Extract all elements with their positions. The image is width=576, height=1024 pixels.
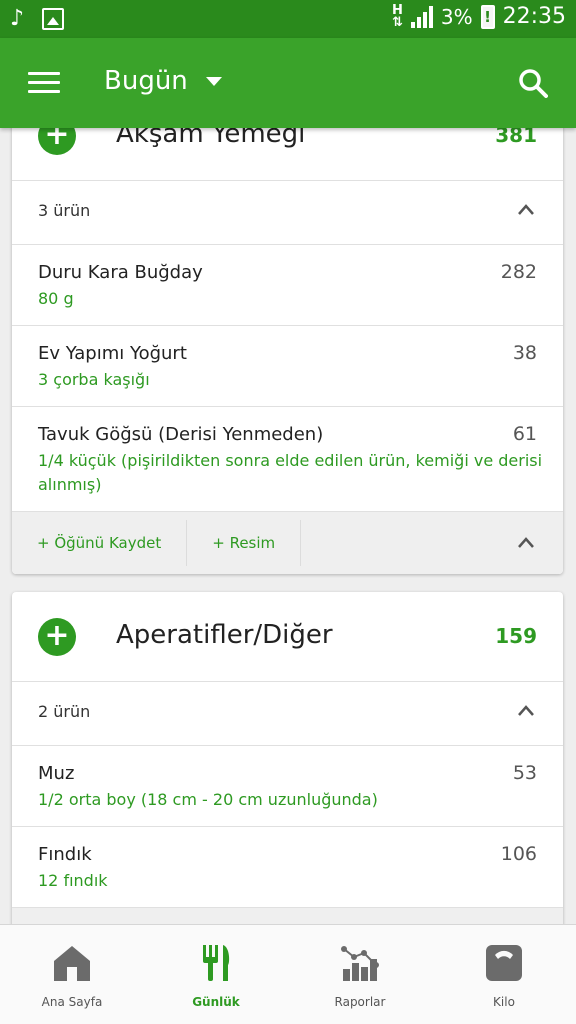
food-portion: 3 çorba kaşığı (38, 370, 150, 389)
date-selector[interactable]: Bugün (104, 66, 222, 96)
add-photo-button[interactable]: + Resim (187, 520, 302, 566)
nav-diary[interactable]: Günlük (144, 925, 288, 1024)
image-icon (42, 8, 65, 30)
nav-label: Ana Sayfa (41, 995, 103, 1009)
nav-reports[interactable]: Raporlar (288, 925, 432, 1024)
add-food-button[interactable]: + (38, 128, 76, 155)
item-count-row[interactable]: 2 ürün (12, 682, 563, 746)
meal-header: + Akşam Yemeği 381 (12, 128, 563, 181)
caret-down-icon (205, 76, 222, 86)
battery-icon: ! (480, 4, 495, 29)
scale-icon (486, 945, 522, 981)
chevron-up-icon[interactable] (517, 201, 535, 219)
signal-icon (410, 5, 433, 28)
nav-home[interactable]: Ana Sayfa (0, 925, 144, 1024)
food-calories: 61 (512, 423, 537, 445)
meal-calories: 159 (495, 624, 537, 648)
nav-label: Raporlar (334, 995, 386, 1009)
music-note-icon: ♪ (10, 6, 25, 31)
meal-calories: 381 (495, 128, 537, 147)
food-portion: 1/2 orta boy (18 cm - 20 cm uzunluğunda) (38, 790, 378, 809)
status-bar: ♪ H ⇅ 3% ! 22:35 (0, 0, 576, 38)
food-calories: 53 (512, 762, 537, 784)
food-item[interactable]: Tavuk Göğsü (Derisi Yenmeden) 1/4 küçük … (12, 407, 563, 512)
save-meal-button[interactable]: + Öğünü Kaydet (12, 520, 188, 566)
food-portion: 80 g (38, 289, 74, 308)
food-portion: 1/4 küçük (pişirildikten sonra elde edil… (38, 451, 543, 494)
bottom-nav: Ana Sayfa Günlük Raporlar Kilo (0, 924, 576, 1024)
meal-footer: + Öğünü Kaydet + Resim (12, 512, 563, 574)
app-bar: Bugün (0, 38, 576, 128)
chart-icon (341, 946, 379, 981)
meal-header: + Aperatifler/Diğer 159 (12, 592, 563, 682)
meal-footer (12, 908, 563, 924)
battery-percent: 3% (440, 4, 473, 29)
meal-card-dinner: + Akşam Yemeği 381 3 ürün Duru Kara Buğd… (12, 128, 563, 574)
add-food-button[interactable]: + (38, 618, 76, 656)
food-calories: 282 (500, 261, 537, 283)
nav-label: Günlük (192, 995, 240, 1009)
food-name: Tavuk Göğsü (Derisi Yenmeden) (38, 424, 324, 445)
network-type: H ⇅ (391, 2, 403, 30)
item-count: 2 ürün (38, 702, 91, 721)
clock: 22:35 (502, 4, 566, 29)
nav-weight[interactable]: Kilo (432, 925, 576, 1024)
food-item[interactable]: Muz 1/2 orta boy (18 cm - 20 cm uzunluğu… (12, 746, 563, 827)
food-item[interactable]: Duru Kara Buğday 80 g 282 (12, 245, 563, 326)
home-icon (54, 946, 90, 981)
page-title: Bugün (104, 66, 188, 96)
meal-card-snacks: + Aperatifler/Diğer 159 2 ürün Muz 1/2 o… (12, 592, 563, 924)
food-item[interactable]: Ev Yapımı Yoğurt 3 çorba kaşığı 38 (12, 326, 563, 407)
item-count: 3 ürün (38, 201, 91, 220)
diary-list[interactable]: + Akşam Yemeği 381 3 ürün Duru Kara Buğd… (0, 128, 576, 924)
food-calories: 106 (500, 843, 537, 865)
food-name: Duru Kara Buğday (38, 262, 203, 283)
menu-icon[interactable] (28, 72, 60, 94)
food-name: Ev Yapımı Yoğurt (38, 343, 187, 364)
chevron-up-icon[interactable] (517, 534, 535, 552)
food-calories: 38 (512, 342, 537, 364)
item-count-row[interactable]: 3 ürün (12, 181, 563, 245)
search-icon[interactable] (518, 68, 548, 98)
food-name: Muz (38, 763, 75, 784)
nav-label: Kilo (493, 995, 515, 1009)
fork-knife-icon (203, 945, 230, 981)
chevron-up-icon[interactable] (517, 702, 535, 720)
food-item[interactable]: Fındık 12 fındık 106 (12, 827, 563, 908)
meal-title: Aperatifler/Diğer (116, 620, 333, 650)
meal-title: Akşam Yemeği (116, 128, 306, 149)
food-name: Fındık (38, 844, 92, 865)
food-portion: 12 fındık (38, 871, 108, 890)
